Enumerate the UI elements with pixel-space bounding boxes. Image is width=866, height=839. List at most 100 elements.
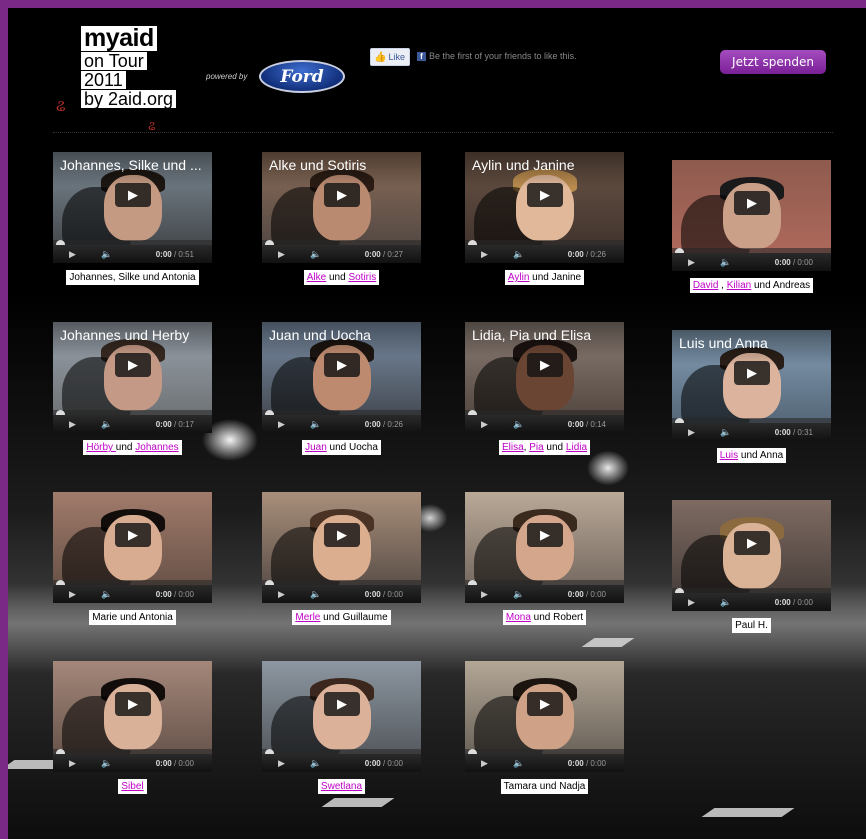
video-player[interactable]: Aylin und Janine ▶ ▶ 🔈 0:00 / 0:26 xyxy=(465,152,624,263)
volume-icon[interactable]: 🔈 xyxy=(101,419,112,430)
control-play-icon[interactable]: ▶ xyxy=(481,249,491,260)
video-player[interactable]: ▶ ▶ 🔈 0:00 / 0:00 xyxy=(672,160,831,271)
control-play-icon[interactable]: ▶ xyxy=(688,427,698,438)
volume-icon[interactable]: 🔈 xyxy=(513,419,524,430)
person-link[interactable]: Merle xyxy=(295,612,320,623)
control-play-icon[interactable]: ▶ xyxy=(688,257,698,268)
duration-separator: / xyxy=(382,249,386,259)
caption-row: Paul H. xyxy=(672,615,831,633)
control-play-icon[interactable]: ▶ xyxy=(481,589,491,600)
duration-separator: / xyxy=(382,589,386,599)
video-tile: ▶ ▶ 🔈 0:00 / 0:00 David , Kilian und And… xyxy=(672,160,831,293)
control-play-icon[interactable]: ▶ xyxy=(69,758,79,769)
control-play-icon[interactable]: ▶ xyxy=(481,758,491,769)
volume-icon[interactable]: 🔈 xyxy=(720,597,731,608)
thumbs-up-icon: 👍 xyxy=(374,51,387,63)
control-play-icon[interactable]: ▶ xyxy=(278,419,288,430)
donate-button[interactable]: Jetzt spenden xyxy=(720,50,826,74)
video-player[interactable]: Juan und Uocha ▶ ▶ 🔈 0:00 / 0:26 xyxy=(262,322,421,433)
video-controls: ▶ 🔈 0:00 / 0:14 xyxy=(465,415,624,433)
play-icon[interactable]: ▶ xyxy=(324,523,360,547)
video-player[interactable]: Johannes, Silke und ... ▶ ▶ 🔈 0:00 / 0:5… xyxy=(53,152,212,263)
video-player[interactable]: ▶ ▶ 🔈 0:00 / 0:00 xyxy=(672,500,831,611)
play-icon[interactable]: ▶ xyxy=(115,183,151,207)
play-icon[interactable]: ▶ xyxy=(324,183,360,207)
volume-icon[interactable]: 🔈 xyxy=(310,589,321,600)
play-icon[interactable]: ▶ xyxy=(115,353,151,377)
video-player[interactable]: ▶ ▶ 🔈 0:00 / 0:00 xyxy=(53,492,212,603)
person-link[interactable]: David xyxy=(693,280,719,291)
play-icon[interactable]: ▶ xyxy=(527,183,563,207)
video-title: Juan und Uocha xyxy=(262,322,421,357)
volume-icon[interactable]: 🔈 xyxy=(720,257,731,268)
myaid-logo[interactable]: myaid on Tour 2011 by 2aid.org xyxy=(81,26,177,109)
person-link[interactable]: Pia xyxy=(529,442,543,453)
volume-icon[interactable]: 🔈 xyxy=(310,758,321,769)
video-tile: Johannes, Silke und ... ▶ ▶ 🔈 0:00 / 0:5… xyxy=(53,152,212,285)
control-play-icon[interactable]: ▶ xyxy=(69,419,79,430)
video-tile: Alke und Sotiris ▶ ▶ 🔈 0:00 / 0:27 Alke … xyxy=(262,152,421,285)
play-icon[interactable]: ▶ xyxy=(527,692,563,716)
person-link[interactable]: Sibel xyxy=(121,781,143,792)
volume-icon[interactable]: 🔈 xyxy=(101,758,112,769)
duration-separator: / xyxy=(792,597,796,607)
person-link[interactable]: Lidia xyxy=(566,442,587,453)
video-time: 0:00 / 0:14 xyxy=(568,420,606,429)
control-play-icon[interactable]: ▶ xyxy=(481,419,491,430)
butterfly-icon: ଌ xyxy=(56,98,66,115)
donate-label: Jetzt spenden xyxy=(732,55,814,69)
play-icon[interactable]: ▶ xyxy=(324,692,360,716)
person-link[interactable]: Alke xyxy=(307,272,326,283)
person-link[interactable]: Kilian xyxy=(727,280,751,291)
volume-icon[interactable]: 🔈 xyxy=(101,589,112,600)
video-player[interactable]: ▶ ▶ 🔈 0:00 / 0:00 xyxy=(465,661,624,772)
video-title: Aylin und Janine xyxy=(465,152,624,187)
volume-icon[interactable]: 🔈 xyxy=(513,589,524,600)
duration: 0:17 xyxy=(178,419,194,429)
play-icon[interactable]: ▶ xyxy=(734,531,770,555)
play-icon[interactable]: ▶ xyxy=(527,523,563,547)
person-link[interactable]: Hörby xyxy=(86,442,115,453)
volume-icon[interactable]: 🔈 xyxy=(101,249,112,260)
logo-line: 2011 xyxy=(81,71,126,89)
person-link[interactable]: Luis xyxy=(720,450,738,461)
volume-icon[interactable]: 🔈 xyxy=(513,249,524,260)
ford-logo[interactable]: Ford xyxy=(259,60,345,93)
play-icon[interactable]: ▶ xyxy=(115,692,151,716)
video-player[interactable]: ▶ ▶ 🔈 0:00 / 0:00 xyxy=(465,492,624,603)
volume-icon[interactable]: 🔈 xyxy=(310,419,321,430)
control-play-icon[interactable]: ▶ xyxy=(69,249,79,260)
video-player[interactable]: ▶ ▶ 🔈 0:00 / 0:00 xyxy=(262,661,421,772)
control-play-icon[interactable]: ▶ xyxy=(688,597,698,608)
control-play-icon[interactable]: ▶ xyxy=(278,589,288,600)
person-link[interactable]: Sotiris xyxy=(348,272,376,283)
control-play-icon[interactable]: ▶ xyxy=(278,758,288,769)
video-player[interactable]: ▶ ▶ 🔈 0:00 / 0:00 xyxy=(262,492,421,603)
play-icon[interactable]: ▶ xyxy=(527,353,563,377)
volume-icon[interactable]: 🔈 xyxy=(720,427,731,438)
control-play-icon[interactable]: ▶ xyxy=(69,589,79,600)
facebook-like-button[interactable]: 👍 Like xyxy=(370,48,410,66)
person-link[interactable]: Swetlana xyxy=(321,781,362,792)
caption-row: Mona und Robert xyxy=(465,607,624,625)
person-link[interactable]: Johannes xyxy=(135,442,178,453)
play-icon[interactable]: ▶ xyxy=(115,523,151,547)
person-link[interactable]: Elisa xyxy=(502,442,524,453)
caption-row: Tamara und Nadja xyxy=(465,776,624,794)
volume-icon[interactable]: 🔈 xyxy=(310,249,321,260)
person-link[interactable]: Aylin xyxy=(508,272,530,283)
play-icon[interactable]: ▶ xyxy=(734,361,770,385)
play-icon[interactable]: ▶ xyxy=(734,191,770,215)
video-controls: ▶ 🔈 0:00 / 0:00 xyxy=(53,585,212,603)
play-icon[interactable]: ▶ xyxy=(324,353,360,377)
caption-row: Sibel xyxy=(53,776,212,794)
control-play-icon[interactable]: ▶ xyxy=(278,249,288,260)
video-player[interactable]: ▶ ▶ 🔈 0:00 / 0:00 xyxy=(53,661,212,772)
video-player[interactable]: Alke und Sotiris ▶ ▶ 🔈 0:00 / 0:27 xyxy=(262,152,421,263)
person-link[interactable]: Juan xyxy=(305,442,327,453)
person-link[interactable]: Mona xyxy=(506,612,531,623)
volume-icon[interactable]: 🔈 xyxy=(513,758,524,769)
video-player[interactable]: Luis und Anna ▶ ▶ 🔈 0:00 / 0:31 xyxy=(672,330,831,441)
video-player[interactable]: Johannes und Herby ▶ ▶ 🔈 0:00 / 0:17 xyxy=(53,322,212,433)
video-player[interactable]: Lidia, Pia und Elisa ▶ ▶ 🔈 0:00 / 0:14 xyxy=(465,322,624,433)
